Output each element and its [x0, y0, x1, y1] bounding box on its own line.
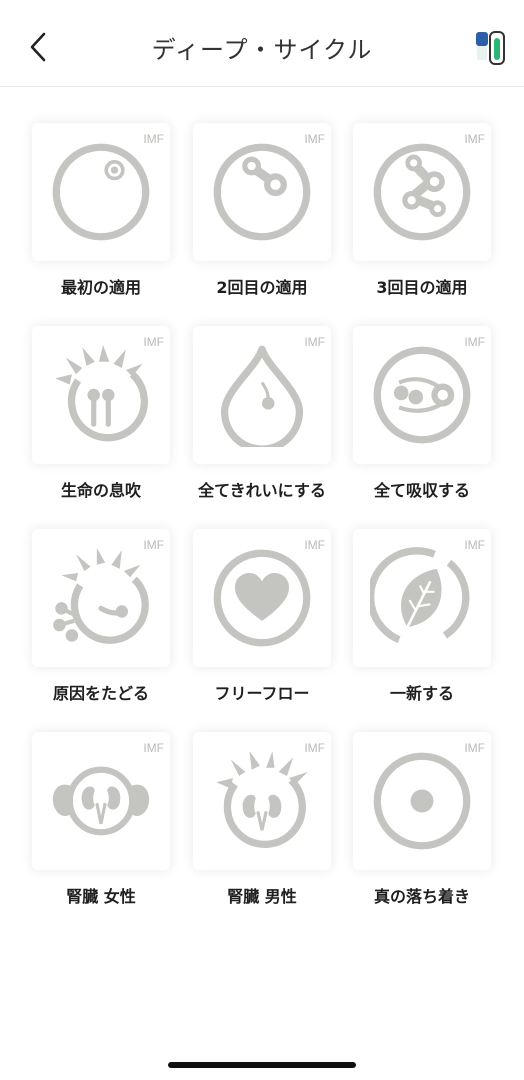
kidney-female-icon	[52, 766, 150, 836]
tile-label: 一新する	[389, 684, 454, 703]
tile-breath-of-life[interactable]: IMF	[32, 326, 170, 464]
tile-label: フリーフロー	[214, 684, 310, 703]
tile-renew[interactable]: IMF	[353, 529, 491, 667]
tile-label: 生命の息吹	[60, 481, 141, 500]
tile-label: 全てきれいにする	[198, 481, 326, 500]
tile-label: 2回目の適用	[216, 278, 308, 297]
tile-label: 最初の適用	[60, 278, 141, 297]
tile-free-flow[interactable]: IMF	[193, 529, 331, 667]
kidney-male-icon	[216, 751, 308, 848]
circle-two-dots-icon	[213, 143, 311, 241]
tile-trace-cause[interactable]: IMF	[32, 529, 170, 667]
tile-label: 真の落ち着き	[373, 887, 470, 906]
tile-label: 全て吸収する	[373, 481, 470, 500]
heart-icon	[213, 549, 311, 647]
tile-kidney-male[interactable]: IMF	[193, 732, 331, 870]
circle-three-dots-icon	[373, 143, 471, 241]
drop-icon	[220, 345, 304, 447]
tile-kidney-female[interactable]: IMF	[32, 732, 170, 870]
tile-clean-all[interactable]: IMF	[193, 326, 331, 464]
home-indicator[interactable]	[168, 1062, 356, 1068]
tile-label: 腎臓 女性	[66, 887, 136, 906]
tile-label: 腎臓 男性	[227, 887, 297, 906]
tile-absorb-all[interactable]: IMF	[353, 326, 491, 464]
tile-label: 3回目の適用	[376, 278, 468, 297]
tile-third-application[interactable]: IMF	[353, 123, 491, 261]
leaf-icon	[370, 547, 470, 643]
circle-one-dot-icon	[52, 143, 150, 241]
trace-cause-icon	[53, 548, 149, 644]
page-title: ディープ・サイクル	[151, 36, 373, 64]
top-bar: ディープ・サイクル	[0, 0, 524, 87]
tile-second-application[interactable]: IMF	[193, 123, 331, 261]
tile-true-calm[interactable]: IMF	[353, 732, 491, 870]
device-icon	[476, 31, 505, 65]
tile-label: 原因をたどる	[52, 684, 149, 703]
center-dot-icon	[373, 752, 471, 850]
spiky-sprout-icon	[55, 345, 148, 442]
device-status-button[interactable]	[470, 28, 510, 68]
tile-first-application[interactable]: IMF	[32, 123, 170, 261]
absorb-icon	[373, 346, 471, 444]
